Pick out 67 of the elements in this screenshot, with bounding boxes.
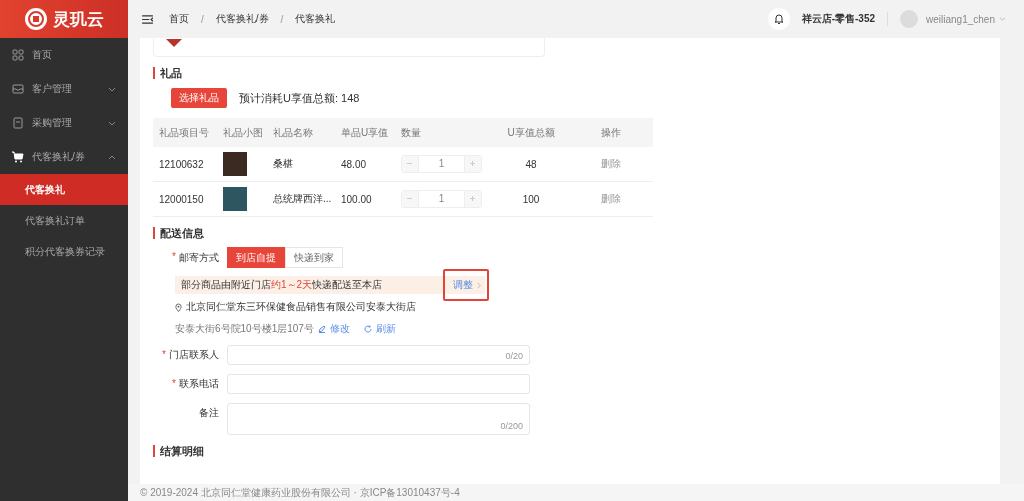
logo-text: 灵玑云 (53, 8, 104, 31)
menu-fold-icon[interactable] (142, 14, 153, 24)
chevron-right-icon (477, 281, 481, 289)
store-address-title: 北京同仁堂东三环保健食品销售有限公司安泰大街店 (186, 300, 416, 314)
select-gift-button[interactable]: 选择礼品 (171, 88, 227, 108)
sidebar-subitem[interactable]: 代客换礼 (0, 174, 128, 205)
chevron-icon (108, 120, 116, 126)
refresh-link[interactable]: 刷新 (375, 322, 396, 336)
section-title: 配送信息 (153, 227, 1000, 239)
address-text: 安泰大街6号院10号楼1层107号 (175, 322, 314, 336)
delete-link[interactable]: 删除 (573, 157, 653, 171)
sidebar-subitem[interactable]: 积分代客换券记录 (0, 236, 128, 267)
edit-pen-icon (317, 325, 326, 333)
total-text: 预计消耗U享值总额: 148 (239, 90, 360, 106)
delete-link[interactable]: 删除 (573, 192, 653, 206)
input-field[interactable]: 0/20 (227, 345, 530, 365)
user-menu[interactable]: weiliang1_chen (926, 13, 995, 25)
photo-placeholder (223, 152, 247, 176)
plus-icon[interactable] (465, 191, 481, 207)
location-pin-icon (175, 302, 182, 312)
table-header: 礼品项目号 礼品小图 礼品名称 单品U享值 数量 U享值总额 操作 (153, 118, 653, 147)
required-mark: * (172, 250, 176, 264)
sidebar-item[interactable]: 首页 (0, 38, 128, 72)
field-label: 门店联系人 (169, 348, 219, 362)
required-mark: * (162, 348, 166, 362)
menu-icon (12, 151, 24, 163)
textarea-field[interactable]: 0/200 (227, 403, 530, 435)
field-label: 备注 (199, 406, 219, 420)
menu-icon (12, 49, 24, 61)
menu-icon (12, 83, 24, 95)
breadcrumb-link[interactable]: 代客换礼 (295, 12, 336, 26)
photo-placeholder (223, 187, 247, 211)
refresh-icon (363, 325, 372, 333)
chevron-icon (999, 17, 1006, 21)
field-label: 邮寄方式 (179, 250, 219, 265)
quantity-stepper[interactable]: 1 (401, 190, 482, 208)
breadcrumb-link[interactable]: 代客换礼/券 (215, 12, 269, 26)
minus-icon[interactable] (402, 156, 418, 172)
sidebar-item[interactable]: 客户管理 (0, 72, 128, 106)
sidebar-item[interactable]: 采购管理 (0, 106, 128, 140)
plus-icon[interactable] (465, 156, 481, 172)
field-label: 联系电话 (179, 377, 219, 391)
table-row: 12100632 桑椹 48.00 1 48 删除 (153, 147, 653, 182)
minus-icon[interactable] (402, 191, 418, 207)
breadcrumb-separator: / (201, 13, 204, 25)
sidebar-item[interactable]: 代客换礼/券 (0, 140, 128, 174)
triangle-icon (166, 39, 182, 47)
quantity-stepper[interactable]: 1 (401, 155, 482, 173)
chevron-icon (108, 86, 116, 92)
store-name: 祥云店-零售-352 (801, 12, 876, 26)
edit-link[interactable]: 修改 (329, 322, 350, 336)
notification-bell-icon[interactable] (767, 8, 790, 30)
chevron-icon (108, 154, 116, 160)
adjust-link[interactable]: 调整 (453, 278, 473, 292)
breadcrumb-link[interactable]: 首页 (169, 12, 189, 26)
notice-text: 部分商品由附近门店约1～2天快递配送至本店 (181, 278, 384, 292)
sidebar-subitem[interactable]: 代客换礼订单 (0, 205, 128, 236)
table-row: 12000150 总统牌西洋... 100.00 1 100 删除 (153, 182, 653, 217)
menu-icon (12, 117, 24, 129)
delivery-option[interactable]: 到店自提 (227, 247, 285, 268)
section-title: 结算明细 (153, 445, 1000, 457)
required-mark: * (172, 377, 176, 391)
input-field[interactable] (227, 374, 530, 394)
seal-logo-icon (24, 7, 48, 31)
delivery-option[interactable]: 快递到家 (285, 247, 343, 268)
section-title: 礼品 (153, 67, 1000, 79)
breadcrumb-separator: / (280, 13, 284, 25)
